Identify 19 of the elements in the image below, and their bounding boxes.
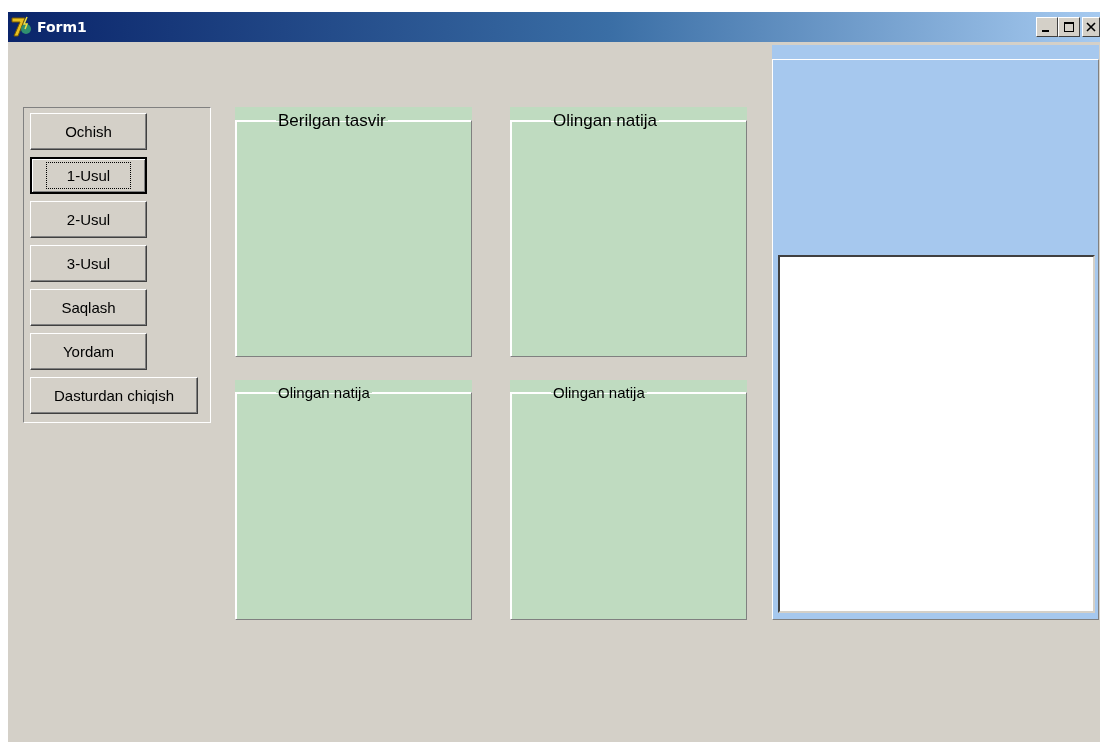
group-title: Olingan natija [552, 112, 658, 129]
minimize-icon [1042, 30, 1049, 32]
app-icon [11, 16, 33, 38]
command-button[interactable]: 3-Usul [30, 245, 147, 282]
command-button[interactable]: Ochish [30, 113, 147, 150]
command-button[interactable]: Yordam [30, 333, 147, 370]
command-button[interactable]: Saqlash [30, 289, 147, 326]
command-button[interactable]: 2-Usul [30, 201, 147, 238]
window-title: Form1 [37, 19, 87, 35]
command-button[interactable]: Dasturdan chiqish [30, 377, 198, 414]
group-title: Olingan natija [552, 385, 646, 400]
maximize-icon [1064, 22, 1074, 32]
group-title: Berilgan tasvir [277, 112, 387, 129]
group-title: Olingan natija [277, 385, 371, 400]
command-button[interactable]: 1-Usul [30, 157, 147, 194]
maximize-button[interactable] [1058, 17, 1080, 37]
minimize-button[interactable] [1036, 17, 1058, 37]
close-icon [1086, 22, 1096, 32]
close-button[interactable] [1082, 17, 1100, 37]
